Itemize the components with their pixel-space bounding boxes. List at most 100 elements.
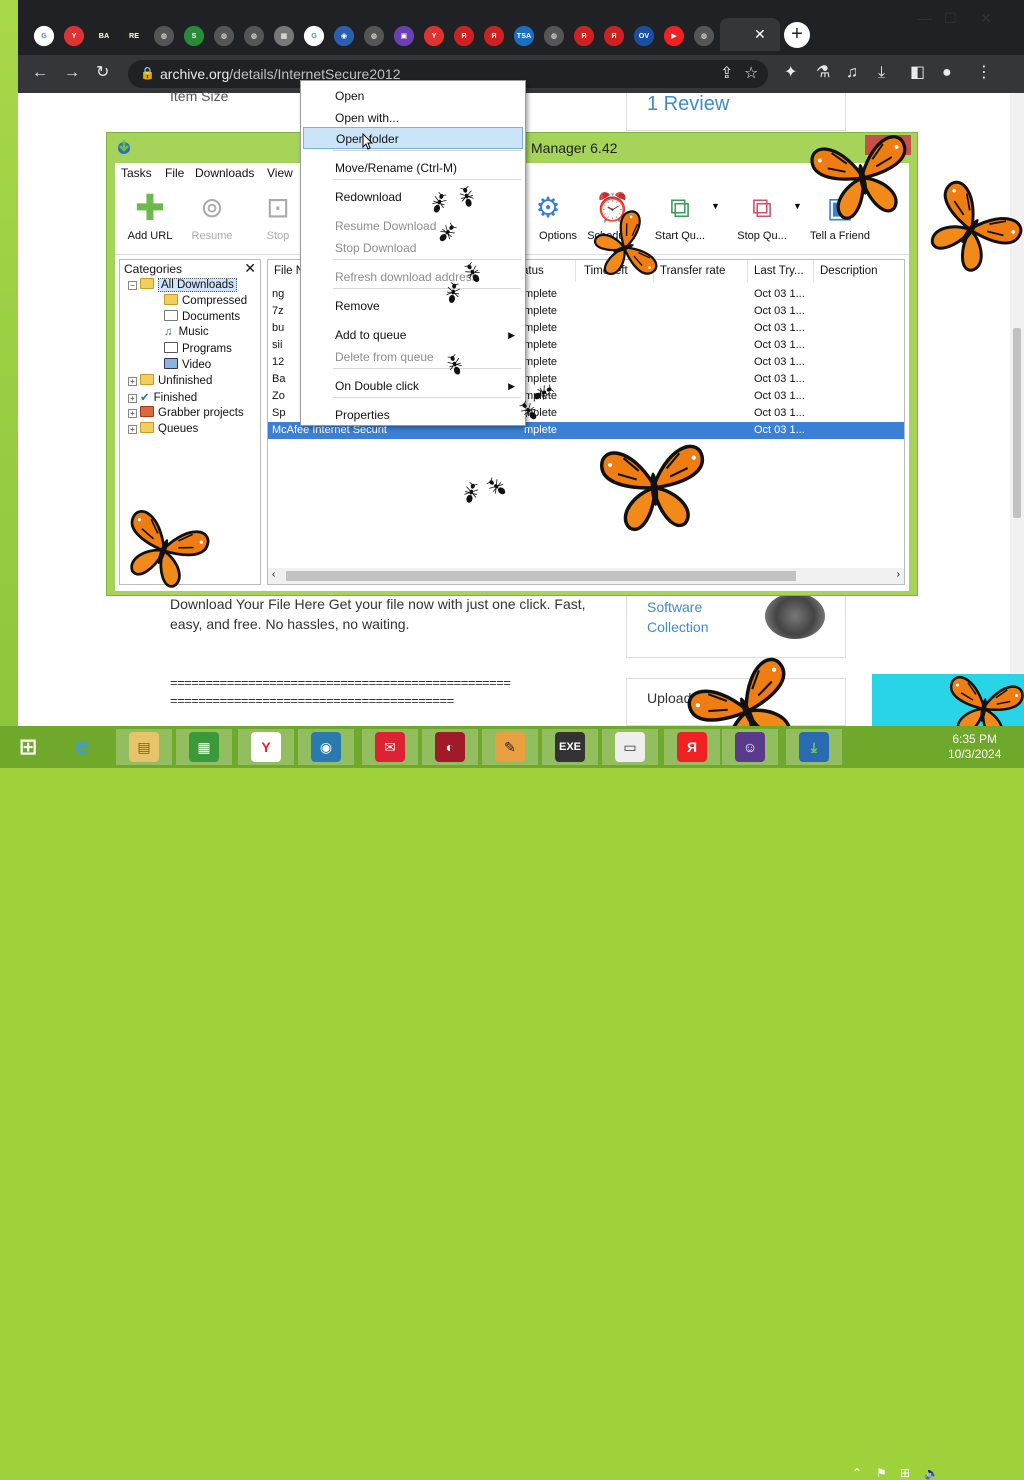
extensions-icon[interactable]: ✦	[784, 64, 797, 82]
stop-queue-button[interactable]: ⧉ Stop Qu...	[727, 191, 797, 251]
action-center-icon[interactable]: ⚑	[876, 1466, 887, 1480]
media-queue-icon[interactable]: ♫	[846, 64, 858, 82]
context-menu-item[interactable]: Open folder	[303, 127, 523, 149]
start-queue-dropdown-icon[interactable]: ▼	[711, 201, 720, 211]
browser-tab[interactable]: G	[33, 25, 55, 47]
download-icon[interactable]: ⤓	[878, 64, 885, 82]
browser-tab[interactable]: Я	[603, 25, 625, 47]
category-documents[interactable]: Documents	[164, 310, 240, 323]
browser-tab[interactable]: G	[303, 25, 325, 47]
menu-file[interactable]: File	[165, 166, 184, 180]
gift-taskbar-button[interactable]: ✉	[362, 729, 418, 765]
bookmark-star-icon[interactable]: ☆	[744, 65, 758, 83]
browser-tab[interactable]: ▶	[663, 25, 685, 47]
context-menu-item[interactable]: Add to queue ▶	[303, 324, 523, 346]
category-all-downloads[interactable]: − All Downloads	[128, 278, 237, 292]
store-taskbar-button[interactable]: ▦	[176, 729, 232, 765]
category-queues[interactable]: + Queues	[128, 422, 198, 435]
chrome-taskbar-button[interactable]: ◉	[298, 729, 354, 765]
browser-tab[interactable]: BA	[93, 25, 115, 47]
context-menu-item[interactable]: Remove	[303, 295, 523, 317]
menu-view[interactable]: View	[267, 166, 293, 180]
column-last-try[interactable]: Last Try...	[748, 260, 814, 282]
extension-flask-icon[interactable]: ⚗	[816, 64, 830, 82]
browser-tab[interactable]: ▣	[393, 25, 415, 47]
collection-thumbnail[interactable]	[765, 593, 825, 639]
category-grabber[interactable]: + Grabber projects	[128, 406, 244, 419]
close-window-button[interactable]: ✕	[980, 10, 992, 27]
profile-icon[interactable]: ●	[942, 64, 952, 82]
monkey-taskbar-button[interactable]: ☺	[722, 729, 778, 765]
show-hidden-icons[interactable]: ⌃	[852, 1466, 862, 1480]
volume-muted-icon[interactable]: 🔈	[924, 1466, 939, 1480]
category-video[interactable]: Video	[164, 358, 211, 371]
explorer-taskbar-button[interactable]: ▤	[116, 729, 172, 765]
browser-tab[interactable]: OV	[633, 25, 655, 47]
network-icon[interactable]: ⊞	[900, 1466, 910, 1480]
context-menu-item[interactable]: Open with...	[303, 107, 523, 129]
system-clock[interactable]: 6:35 PM 10/3/2024	[948, 732, 1001, 762]
idm-taskbar-button[interactable]: ⤓	[786, 729, 842, 765]
context-menu-item[interactable]: On Double click ▶	[303, 375, 523, 397]
browser-tab[interactable]: Y	[63, 25, 85, 47]
minimize-button[interactable]: —	[918, 10, 932, 26]
context-menu-item[interactable]: Open	[303, 85, 523, 107]
exe-taskbar-button[interactable]: EXE	[542, 729, 598, 765]
page-scrollbar[interactable]	[1010, 93, 1024, 726]
yandex-taskbar-button[interactable]: Y	[238, 729, 294, 765]
browser-tab[interactable]: ◍	[693, 25, 715, 47]
stop-queue-dropdown-icon[interactable]: ▼	[793, 201, 802, 211]
start-taskbar-button[interactable]: ⊞	[0, 729, 56, 765]
menu-dots-icon[interactable]: ⋮	[976, 64, 992, 82]
context-menu-item[interactable]: Redownload	[303, 186, 523, 208]
ie-icon: e	[75, 733, 89, 760]
menu-tasks[interactable]: Tasks	[121, 166, 152, 180]
browser-tab[interactable]: ▦	[273, 25, 295, 47]
maximize-button[interactable]: ☐	[944, 10, 957, 27]
back-icon[interactable]: ←	[32, 64, 48, 82]
category-programs[interactable]: Programs	[164, 342, 232, 355]
software-collection-link[interactable]: Software Collection	[647, 597, 747, 637]
horizontal-scrollbar[interactable]: ‹ ›	[268, 568, 904, 584]
browser-tab[interactable]: ◍	[543, 25, 565, 47]
context-menu-item[interactable]: Properties	[303, 404, 523, 426]
column-description[interactable]: Description	[814, 260, 904, 282]
category-compressed[interactable]: Compressed	[164, 294, 247, 307]
hscroll-thumb[interactable]	[286, 571, 796, 581]
close-categories-icon[interactable]: ✕	[244, 260, 256, 277]
active-tab[interactable]	[720, 18, 780, 51]
browser-tab[interactable]: ◍	[213, 25, 235, 47]
add-url-button[interactable]: ✚ Add URL	[115, 190, 185, 251]
category-finished[interactable]: + ✔ Finished	[128, 390, 197, 404]
category-unfinished[interactable]: + Unfinished	[128, 374, 212, 387]
reload-icon[interactable]: ↻	[96, 64, 109, 82]
yandex-red-taskbar-button[interactable]: Я	[664, 729, 720, 765]
column-transfer-rate[interactable]: Transfer rate	[654, 260, 748, 282]
browser-tab[interactable]: ◍	[243, 25, 265, 47]
share-icon[interactable]: ⇪	[720, 65, 733, 83]
browser-tab[interactable]: S	[183, 25, 205, 47]
category-music[interactable]: ♫ Music	[164, 326, 209, 338]
side-panel-icon[interactable]: ◧	[910, 64, 925, 82]
reviews-link[interactable]: 1 Review	[647, 93, 729, 116]
browser-tab[interactable]: Я	[483, 25, 505, 47]
tool-taskbar-button[interactable]: ✎	[482, 729, 538, 765]
browser-tab[interactable]: Я	[573, 25, 595, 47]
browser-tab[interactable]: ◉	[333, 25, 355, 47]
context-menu-item[interactable]: Move/Rename (Ctrl-M)	[303, 157, 523, 179]
browser-tab[interactable]: ◍	[363, 25, 385, 47]
browser-tab[interactable]: Y	[423, 25, 445, 47]
media-taskbar-button[interactable]: ◐	[422, 729, 478, 765]
browser-tab[interactable]: RE	[123, 25, 145, 47]
browser-tab[interactable]: ◍	[153, 25, 175, 47]
menu-downloads[interactable]: Downloads	[195, 166, 254, 180]
new-tab-button[interactable]: +	[784, 22, 810, 48]
close-tab-icon[interactable]: ✕	[754, 26, 766, 43]
browser-tab[interactable]: TSA	[513, 25, 535, 47]
browser-tab[interactable]: Я	[453, 25, 475, 47]
ie-taskbar-button[interactable]: e	[54, 729, 110, 765]
window-taskbar-button[interactable]: ▭	[602, 729, 658, 765]
forward-icon[interactable]: →	[64, 64, 80, 82]
resume-button[interactable]: ⊚ Resume	[177, 191, 247, 251]
scrollbar-thumb[interactable]	[1013, 328, 1021, 518]
